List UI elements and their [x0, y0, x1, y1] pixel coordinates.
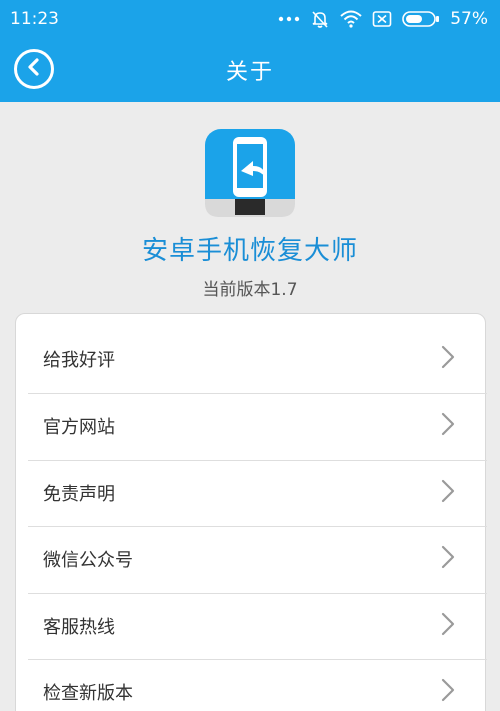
- menu-item-disclaimer[interactable]: 免责声明: [28, 460, 487, 526]
- app-bar: 11:23 57% 关于: [0, 0, 500, 102]
- menu-item-label: 官方网站: [43, 417, 115, 438]
- status-bar: 11:23 57%: [0, 0, 500, 38]
- chevron-right-icon: [441, 479, 455, 507]
- menu-item-rate[interactable]: 给我好评: [28, 326, 487, 392]
- menu-item-website[interactable]: 官方网站: [28, 393, 487, 459]
- chevron-left-icon: [24, 57, 44, 81]
- app-version: 当前版本1.7: [202, 280, 298, 300]
- battery-percent: 57%: [450, 9, 488, 29]
- menu-item-label: 免责声明: [43, 484, 115, 505]
- phone-restore-icon: [205, 129, 295, 221]
- back-button[interactable]: [14, 49, 54, 89]
- menu-item-label: 检查新版本: [43, 683, 133, 704]
- chevron-right-icon: [441, 678, 455, 706]
- page-title: 关于: [225, 60, 274, 85]
- menu-item-wechat[interactable]: 微信公众号: [28, 526, 487, 592]
- app-info: 安卓手机恢复大师 当前版本1.7: [0, 102, 500, 312]
- app-name: 安卓手机恢复大师: [141, 236, 358, 266]
- menu-item-check-update[interactable]: 检查新版本: [28, 659, 487, 711]
- menu-item-label: 给我好评: [43, 350, 115, 371]
- chevron-right-icon: [441, 412, 455, 440]
- menu-item-hotline[interactable]: 客服热线: [28, 593, 487, 659]
- more-dots-icon: [278, 16, 300, 22]
- status-icons: 57%: [278, 9, 488, 29]
- chevron-right-icon: [441, 612, 455, 640]
- about-menu: 给我好评 官方网站 免责声明 微信公众号 客服热线 检查新版本: [15, 313, 487, 711]
- menu-item-label: 微信公众号: [43, 550, 133, 571]
- chevron-right-icon: [441, 345, 455, 373]
- mute-bell-icon: [310, 9, 330, 29]
- status-time: 11:23: [10, 9, 59, 29]
- wifi-icon: [340, 10, 362, 28]
- chevron-right-icon: [441, 545, 455, 573]
- no-sim-icon: [372, 10, 392, 28]
- nav-bar: 关于: [0, 38, 500, 102]
- battery-icon: [402, 10, 440, 28]
- menu-item-label: 客服热线: [43, 617, 115, 638]
